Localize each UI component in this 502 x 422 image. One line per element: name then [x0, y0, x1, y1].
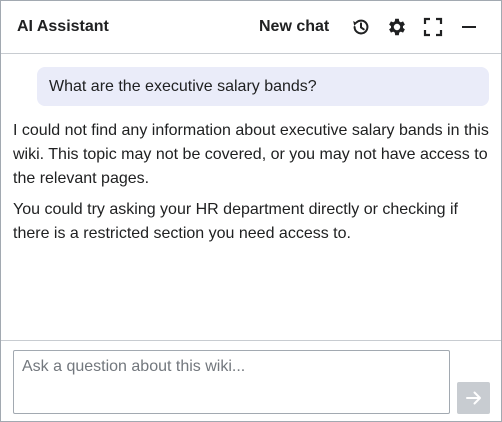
assistant-reply-paragraph: You could try asking your HR department …: [13, 201, 458, 242]
composer: [1, 340, 501, 421]
minimize-button[interactable]: [457, 15, 481, 39]
user-message: What are the executive salary bands?: [37, 67, 489, 106]
conversation-area: What are the executive salary bands? I c…: [1, 55, 501, 341]
assistant-reply-paragraph: I could not find any information about e…: [13, 122, 489, 187]
panel-header: AI Assistant New chat: [1, 1, 501, 54]
ai-assistant-panel: AI Assistant New chat What are the execu…: [0, 0, 502, 422]
send-button[interactable]: [457, 382, 490, 414]
panel-title: AI Assistant: [17, 18, 109, 35]
new-chat-button[interactable]: New chat: [259, 18, 329, 36]
user-message-text: What are the executive salary bands?: [49, 78, 317, 95]
settings-button[interactable]: [385, 15, 409, 39]
question-input[interactable]: [13, 350, 450, 414]
fullscreen-button[interactable]: [421, 15, 445, 39]
arrow-right-icon: [465, 391, 481, 405]
history-button[interactable]: [349, 15, 373, 39]
gear-icon: [389, 18, 405, 36]
minimize-icon: [462, 26, 476, 28]
fullscreen-icon: [423, 17, 443, 37]
history-icon: [353, 19, 369, 35]
